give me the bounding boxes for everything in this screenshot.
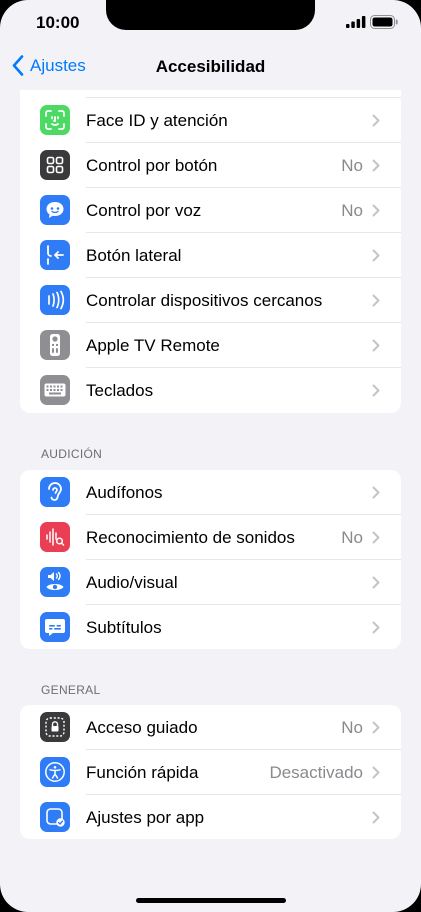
row-value: Desactivado (269, 762, 363, 782)
chevron-right-icon (372, 811, 380, 824)
hearing-group: Audífonos Reconocimiento de sonidos No A… (20, 470, 401, 649)
list-item-sound-recognition[interactable]: Reconocimiento de sonidos No (20, 515, 401, 560)
chevron-right-icon (372, 766, 380, 779)
chevron-right-icon (372, 486, 380, 499)
row-value: No (341, 155, 363, 175)
chevron-right-icon (372, 204, 380, 217)
battery-icon (370, 15, 398, 29)
row-label: Control por voz (86, 200, 202, 220)
row-label: Botón lateral (86, 245, 182, 265)
chevron-right-icon (372, 294, 380, 307)
keyboard-icon (40, 375, 70, 405)
row-label: Ajustes por app (86, 807, 205, 827)
accessibility-physical-group: Face ID y atención Control por botón No (20, 90, 401, 413)
chevron-right-icon (372, 159, 380, 172)
settings-list[interactable]: Face ID y atención Control por botón No (0, 90, 421, 912)
phone-screen: 10:00 Ajustes Accesibilidad Face ID y at… (0, 0, 421, 912)
list-item-hearing-devices[interactable]: Audífonos (20, 470, 401, 515)
list-item-per-app-settings[interactable]: Ajustes por app (20, 795, 401, 839)
list-item-subtitles[interactable]: Subtítulos (20, 605, 401, 649)
chevron-right-icon (372, 384, 380, 397)
voice-control-icon (40, 195, 70, 225)
grid-icon (40, 150, 70, 180)
row-label: Controlar dispositivos cercanos (86, 290, 323, 310)
accessibility-shortcut-icon (40, 757, 70, 787)
remote-icon (40, 330, 70, 360)
list-item-nearby-devices[interactable]: Controlar dispositivos cercanos (20, 278, 401, 323)
list-item-clipped[interactable] (20, 90, 401, 98)
row-value: No (341, 717, 363, 737)
guided-access-icon (40, 712, 70, 742)
nearby-devices-icon (40, 285, 70, 315)
list-item-audio-visual[interactable]: Audio/visual (20, 560, 401, 605)
face-id-icon (40, 105, 70, 135)
list-item-switch-control[interactable]: Control por botón No (20, 143, 401, 188)
chevron-right-icon (372, 531, 380, 544)
page-title: Accesibilidad (155, 57, 266, 76)
chevron-right-icon (372, 576, 380, 589)
chevron-right-icon (372, 249, 380, 262)
list-item-guided-access[interactable]: Acceso guiado No (20, 705, 401, 750)
row-label: Audífonos (86, 482, 163, 502)
navigation-bar: Ajustes Accesibilidad (0, 44, 421, 90)
chevron-right-icon (372, 114, 380, 127)
status-time: 10:00 (36, 13, 80, 32)
signal-icon (346, 16, 366, 28)
list-item-side-button[interactable]: Botón lateral (20, 233, 401, 278)
side-button-icon (40, 240, 70, 270)
row-label: Face ID y atención (86, 110, 228, 130)
status-bar: 10:00 (0, 0, 421, 44)
list-item-apple-tv-remote[interactable]: Apple TV Remote (20, 323, 401, 368)
general-group: Acceso guiado No Función rápida Desactiv… (20, 705, 401, 839)
notch (106, 0, 315, 30)
ear-icon (40, 477, 70, 507)
row-label: Audio/visual (86, 572, 178, 592)
audio-visual-icon (40, 567, 70, 597)
chevron-right-icon (372, 721, 380, 734)
list-item-keyboards[interactable]: Teclados (20, 368, 401, 413)
subtitles-icon (40, 612, 70, 642)
row-label: Teclados (86, 380, 154, 400)
row-label: Acceso guiado (86, 717, 198, 737)
row-label: Reconocimiento de sonidos (86, 527, 295, 547)
chevron-right-icon (372, 339, 380, 352)
row-label: Apple TV Remote (86, 335, 220, 355)
list-item-voice-control[interactable]: Control por voz No (20, 188, 401, 233)
section-header-general: GENERAL (41, 683, 101, 697)
row-label: Control por botón (86, 155, 218, 175)
list-item-face-id[interactable]: Face ID y atención (20, 98, 401, 143)
list-item-accessibility-shortcut[interactable]: Función rápida Desactivado (20, 750, 401, 795)
row-label: Subtítulos (86, 617, 162, 637)
chevron-right-icon (372, 621, 380, 634)
row-value: No (341, 527, 363, 547)
row-label: Función rápida (86, 762, 199, 782)
section-header-hearing: AUDICIÓN (41, 447, 103, 461)
per-app-settings-icon (40, 802, 70, 832)
home-indicator[interactable] (136, 898, 286, 903)
sound-recognition-icon (40, 522, 70, 552)
row-value: No (341, 200, 363, 220)
